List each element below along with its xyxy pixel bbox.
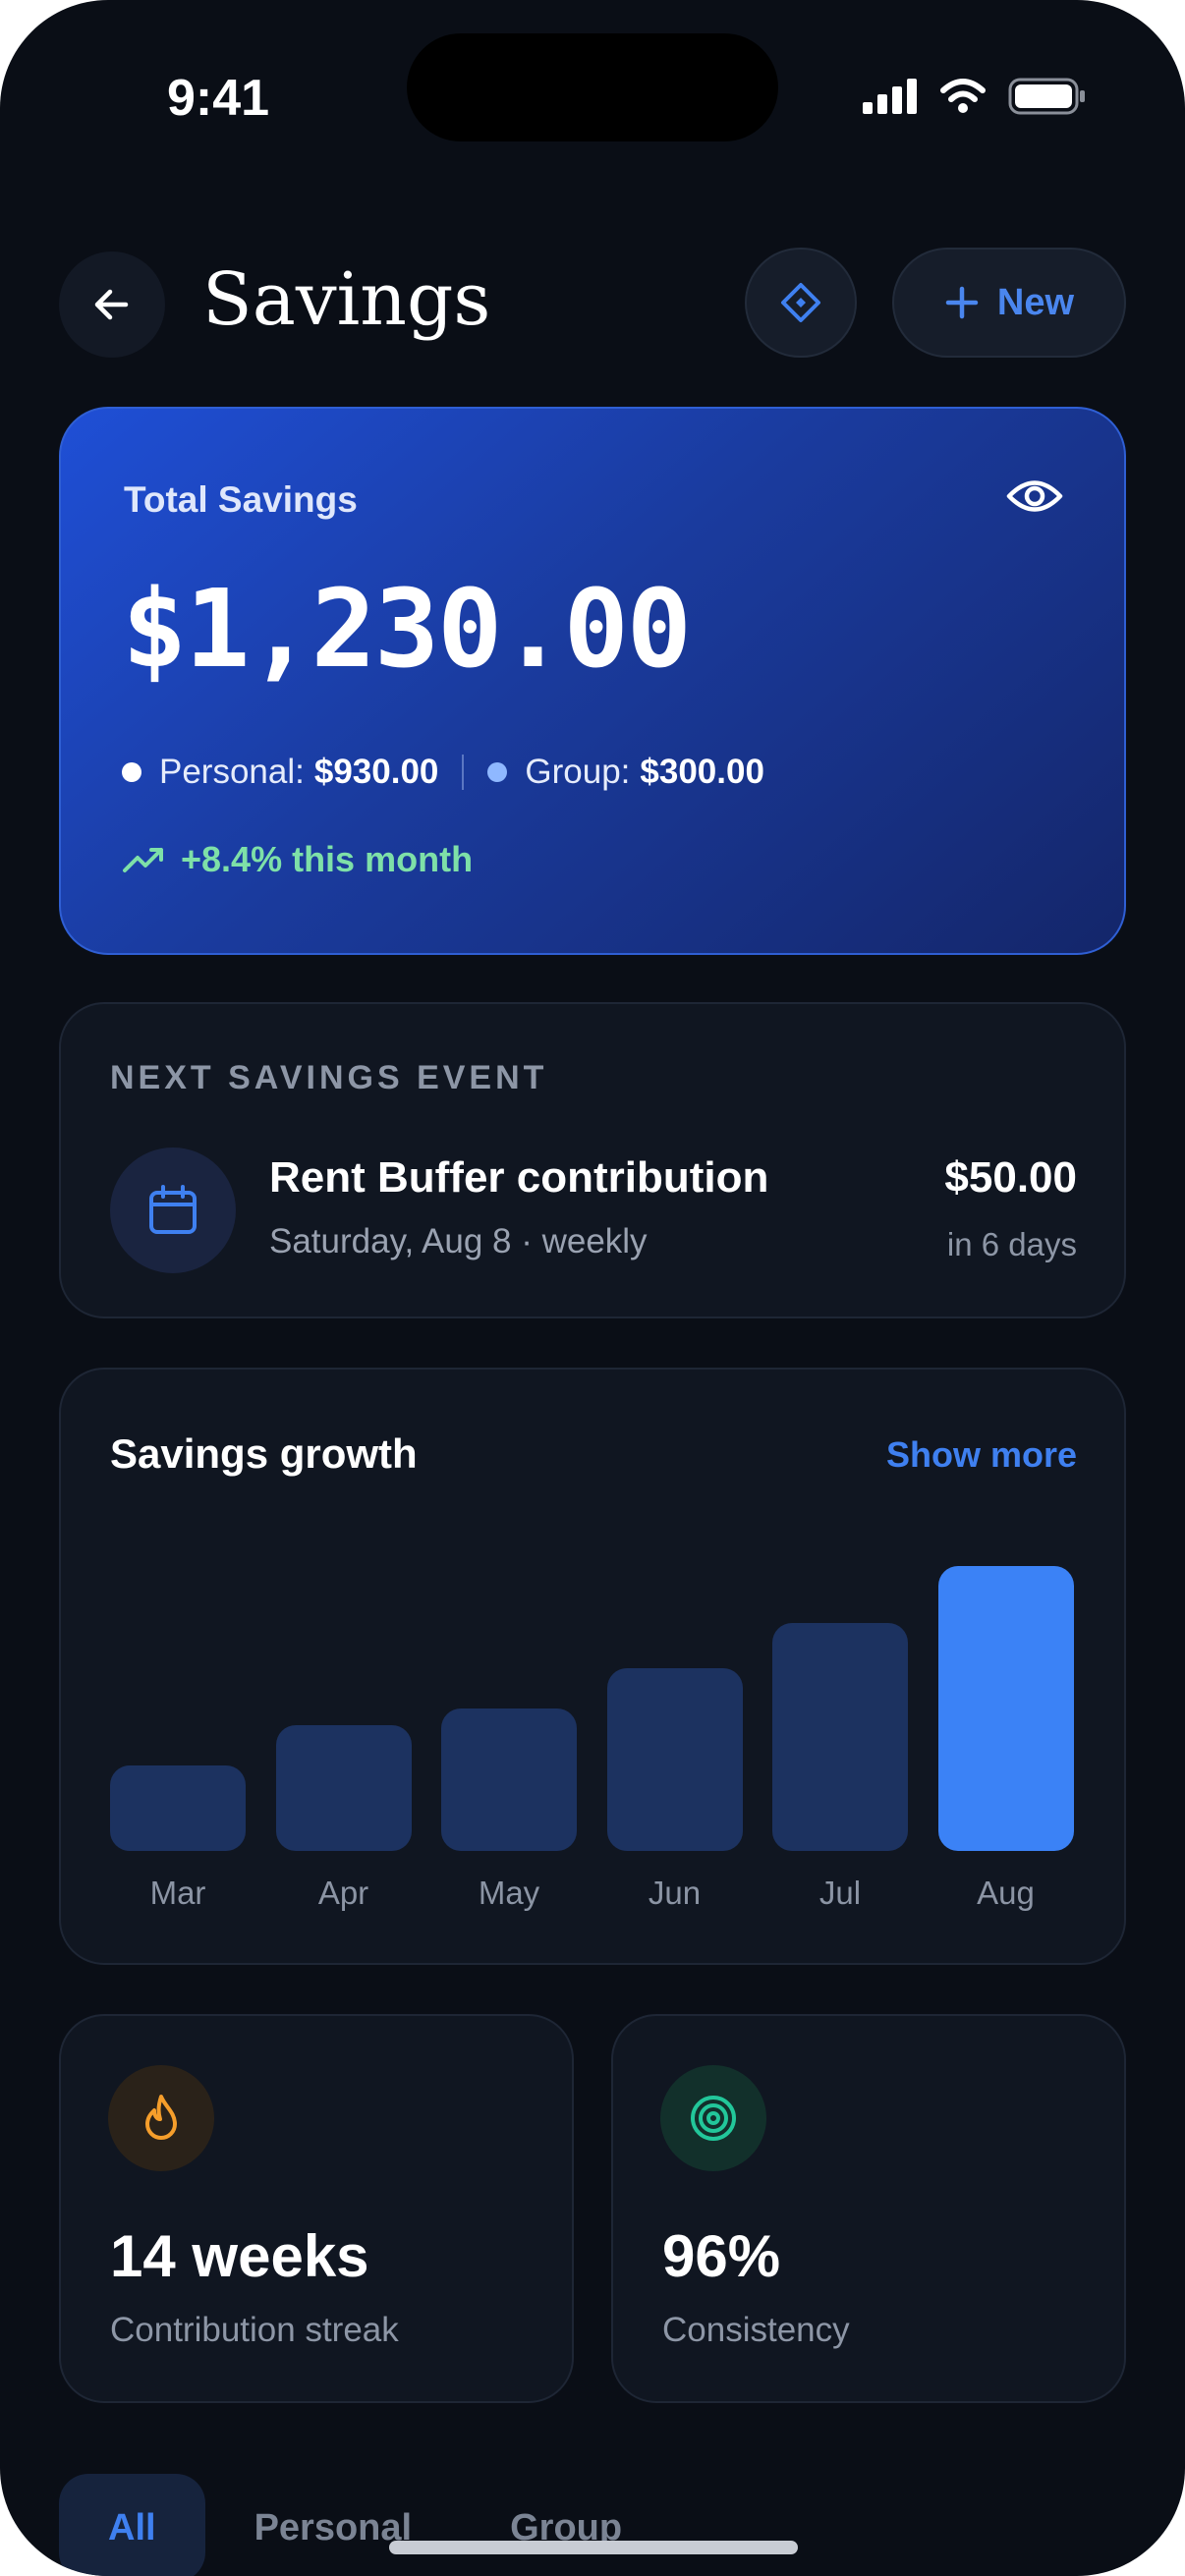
x-label-mar: Mar bbox=[149, 1875, 206, 1911]
event-icon-badge bbox=[110, 1148, 236, 1273]
event-title: Rent Buffer contribution bbox=[269, 1153, 769, 1202]
target-icon bbox=[691, 2096, 736, 2141]
bar-jul[interactable] bbox=[772, 1623, 908, 1851]
flame-icon bbox=[145, 2095, 177, 2140]
total-savings-label: Total Savings bbox=[124, 479, 358, 520]
next-event-heading: NEXT SAVINGS EVENT bbox=[110, 1059, 548, 1096]
back-button[interactable] bbox=[59, 252, 165, 358]
eye-icon bbox=[1006, 480, 1063, 512]
bar-mar[interactable] bbox=[110, 1765, 246, 1851]
diamond-icon bbox=[781, 283, 820, 322]
x-label-jun: Jun bbox=[648, 1875, 702, 1911]
calendar-icon bbox=[149, 1185, 197, 1234]
bar-may[interactable] bbox=[441, 1708, 577, 1851]
savings-filter-tabs: All Personal Group bbox=[59, 2474, 671, 2576]
streak-card: 14 weeks Contribution streak bbox=[59, 2014, 574, 2403]
phone-screen: 9:41 Savings New Total Savings $1,230.00… bbox=[0, 0, 1185, 2576]
dynamic-island bbox=[407, 33, 778, 141]
savings-growth-title: Savings growth bbox=[110, 1430, 418, 1477]
consistency-card: 96% Consistency bbox=[611, 2014, 1126, 2403]
page-title: Savings bbox=[202, 257, 491, 342]
monthly-trend: +8.4% this month bbox=[122, 839, 473, 880]
trending-up-icon bbox=[123, 848, 163, 872]
tab-all[interactable]: All bbox=[59, 2474, 205, 2576]
new-button[interactable]: New bbox=[892, 248, 1126, 358]
bar-jun[interactable] bbox=[606, 1668, 743, 1851]
consistency-icon-badge bbox=[660, 2065, 766, 2171]
consistency-value: 96% bbox=[662, 2223, 781, 2289]
tab-personal[interactable]: Personal bbox=[205, 2474, 462, 2576]
show-more-link[interactable]: Show more bbox=[886, 1434, 1077, 1476]
x-label-aug: Aug bbox=[977, 1875, 1035, 1911]
monthly-trend-text: +8.4% this month bbox=[181, 839, 474, 879]
bar-aug[interactable] bbox=[937, 1566, 1074, 1851]
breakdown-divider bbox=[462, 755, 465, 790]
group-dot bbox=[487, 762, 508, 782]
x-label-jul: Jul bbox=[818, 1875, 862, 1911]
consistency-label: Consistency bbox=[662, 2311, 850, 2349]
bar-apr[interactable] bbox=[275, 1725, 412, 1851]
event-countdown: in 6 days bbox=[946, 1226, 1077, 1262]
savings-breakdown: Personal: $930.00 Group: $300.00 bbox=[122, 753, 764, 792]
event-schedule: Saturday, Aug 8 · weekly bbox=[269, 1222, 648, 1260]
tab-group[interactable]: Group bbox=[461, 2474, 671, 2576]
x-label-apr: Apr bbox=[317, 1875, 369, 1911]
savings-growth-card: Savings growth Show more Mar Apr May Jun Jul… bbox=[59, 1368, 1126, 1965]
event-amount: $50.00 bbox=[944, 1153, 1077, 1202]
signal-icon bbox=[863, 79, 917, 114]
diamond-button[interactable] bbox=[745, 248, 857, 358]
wifi-icon bbox=[940, 79, 986, 113]
x-label-may: May bbox=[478, 1875, 540, 1911]
plus-icon bbox=[945, 286, 979, 319]
total-savings-amount: $1,230.00 bbox=[122, 566, 692, 692]
streak-icon-badge bbox=[108, 2065, 214, 2171]
arrow-left-icon bbox=[94, 289, 129, 320]
visibility-toggle[interactable] bbox=[1006, 476, 1063, 522]
group-label: Group: bbox=[525, 753, 631, 791]
savings-growth-chart bbox=[110, 1517, 1079, 1851]
streak-value: 14 weeks bbox=[110, 2223, 369, 2289]
streak-label: Contribution streak bbox=[110, 2311, 399, 2349]
personal-value: $930.00 bbox=[313, 753, 439, 791]
next-savings-event-card[interactable]: NEXT SAVINGS EVENT Rent Buffer contribut… bbox=[59, 1002, 1126, 1318]
battery-icon bbox=[1008, 78, 1085, 115]
new-button-label: New bbox=[996, 281, 1075, 323]
personal-label: Personal: bbox=[159, 753, 305, 791]
status-icons bbox=[863, 77, 1087, 116]
status-time: 9:41 bbox=[167, 70, 270, 127]
group-value: $300.00 bbox=[640, 753, 764, 791]
personal-dot bbox=[122, 762, 141, 782]
home-indicator[interactable] bbox=[389, 2541, 798, 2554]
total-savings-card: Total Savings $1,230.00 Personal: $930.0… bbox=[59, 407, 1126, 955]
